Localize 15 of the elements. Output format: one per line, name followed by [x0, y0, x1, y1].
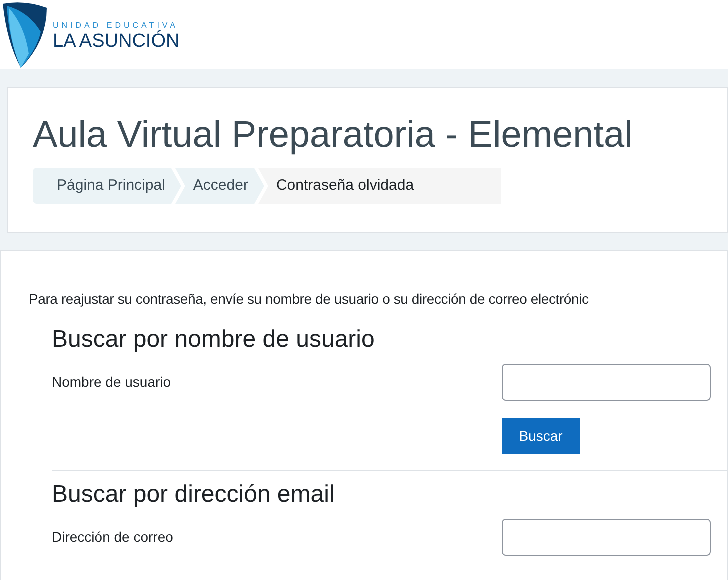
breadcrumb-link[interactable]: Contraseña olvidada — [258, 168, 501, 204]
logo-subtitle: UNIDAD EDUCATIVA — [53, 22, 180, 30]
shield-logo-icon — [3, 2, 47, 68]
field-label: Nombre de usuario — [52, 373, 172, 392]
field-label: Dirección de correo — [52, 528, 174, 547]
section-heading: Buscar por nombre de usuario — [52, 325, 376, 355]
section-heading: Buscar por dirección email — [52, 480, 336, 510]
page-title: Aula Virtual Preparatoria - Elemental — [33, 113, 634, 157]
breadcrumb-link[interactable]: Página Principal — [33, 168, 182, 204]
logo-name: LA ASUNCIÓN — [53, 30, 180, 54]
breadcrumb-link[interactable]: Acceder — [175, 168, 264, 204]
search-button[interactable]: Buscar — [502, 418, 580, 454]
input-field[interactable] — [502, 519, 711, 556]
input-field[interactable] — [502, 364, 711, 401]
intro-text: Para reajustar su contraseña, envíe su nombre de usuario o su dirección de correo electrónic — [29, 290, 590, 309]
